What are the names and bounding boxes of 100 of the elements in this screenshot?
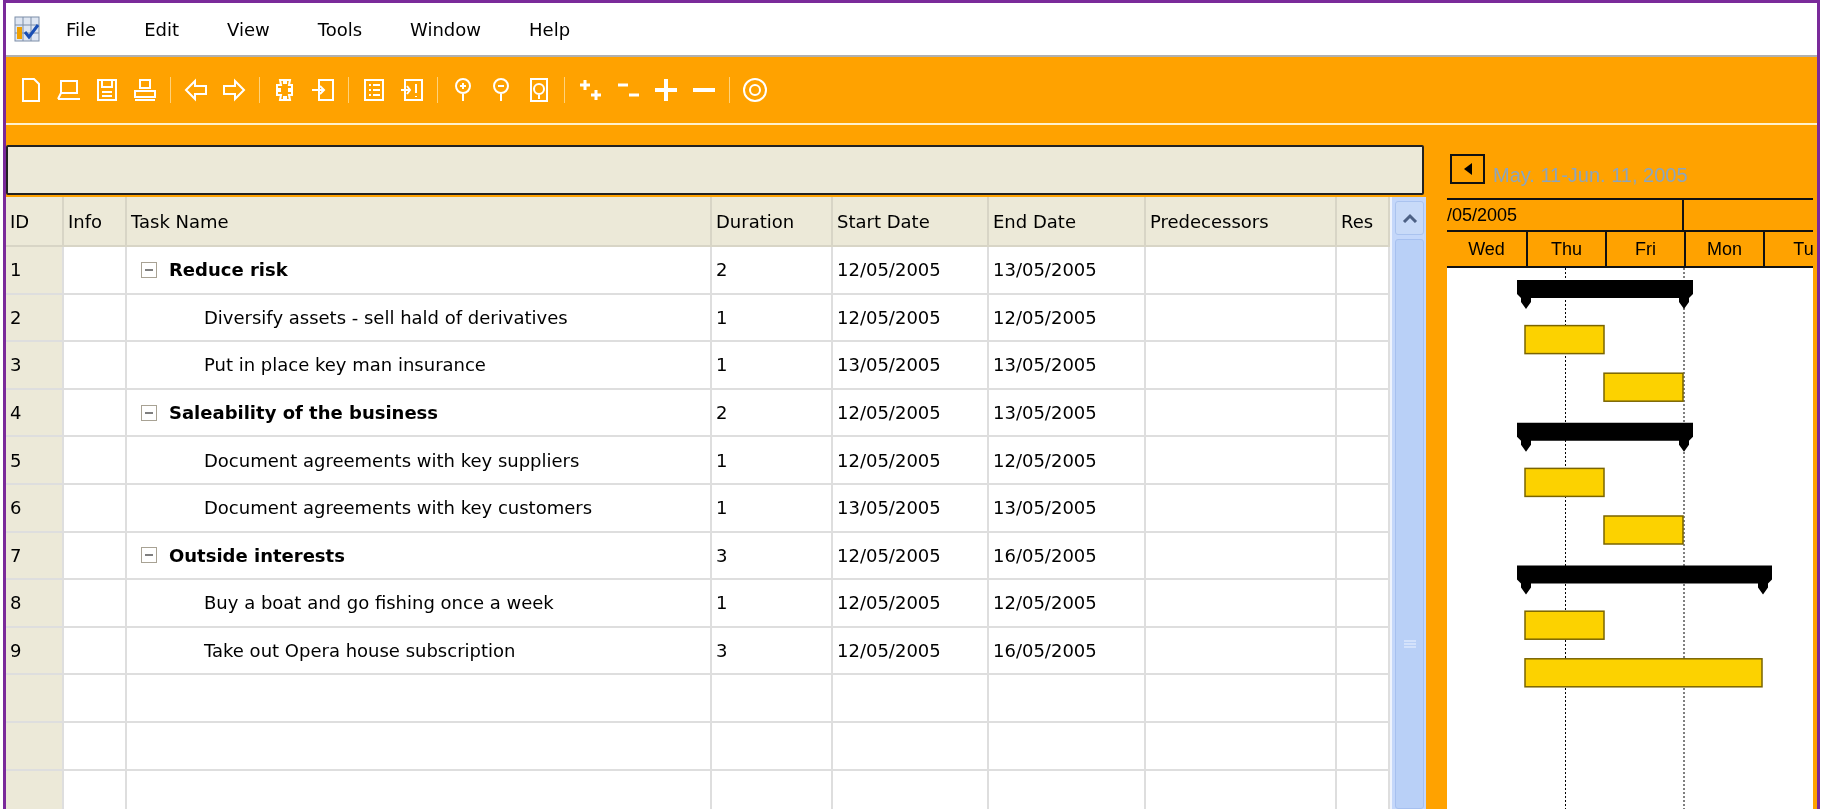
row-id: 3 [6,342,64,390]
start-date-cell: 12/05/2005 [833,389,989,438]
end-date-cell: 13/05/2005 [989,342,1146,390]
table-cell [6,722,64,771]
eye-icon[interactable] [742,77,768,103]
start-date-cell: 12/05/2005 [833,580,989,628]
table-cell [64,675,127,723]
menu-item[interactable]: File [66,18,123,40]
menu-item[interactable]: Tools [317,18,389,40]
column-header[interactable]: Info [64,197,127,247]
task-name: Document agreements with key customers [204,497,593,519]
printer-icon[interactable] [132,77,158,103]
table-cell [1337,342,1390,390]
end-date-cell: 12/05/2005 [989,437,1146,485]
table-cell [1337,532,1390,581]
task-name: Saleability of the business [169,402,439,424]
column-header[interactable]: Duration [712,197,833,247]
task-name: Document agreements with key suppliers [204,449,580,471]
table-cell [1337,389,1390,438]
task-name: Diversify assets - sell hald of derivatives [204,306,568,328]
duration-cell: 1 [712,484,833,533]
collapse-icon[interactable] [141,404,157,421]
day-header: Thu [1526,232,1605,266]
alert-export-icon[interactable] [399,77,425,103]
duration-cell: 1 [712,437,833,485]
collapse-icon[interactable] [141,261,157,278]
left-arrow-icon[interactable] [183,77,209,103]
column-header[interactable]: Task Name [127,197,712,247]
table-cell [1337,722,1390,771]
duration-cell: 2 [712,247,833,295]
scroll-up-button[interactable] [1395,201,1424,235]
scrollbar[interactable] [1390,197,1426,809]
task-name: Put in place key man insurance [204,354,486,376]
day-header: Mon [1684,232,1763,266]
row-id: 6 [6,484,64,533]
column-header[interactable]: Res [1337,197,1390,247]
end-date-cell: 12/05/2005 [989,580,1146,628]
table-cell [6,770,64,809]
start-date-cell: 12/05/2005 [833,437,989,485]
task-name: Buy a boat and go fishing once a week [204,592,554,614]
week-label: /05/2005 [1447,200,1684,230]
duration-cell: 1 [712,342,833,390]
app-logo-icon [14,16,40,42]
start-date-cell: 12/05/2005 [833,627,989,676]
duration-cell: 3 [712,532,833,581]
table-cell [64,722,127,771]
table-cell [1337,675,1390,723]
filter-bar[interactable] [6,145,1424,195]
task-name: Reduce risk [169,259,288,281]
duration-cell: 1 [712,294,833,343]
end-date-cell: 13/05/2005 [989,247,1146,295]
column-header[interactable]: Predecessors [1146,197,1337,247]
day-header: Tu [1763,232,1813,266]
grip-icon [1403,640,1416,648]
table-cell [1337,437,1390,485]
duration-cell: 2 [712,389,833,438]
task-name: Take out Opera house subscription [204,640,516,662]
day-header: Fri [1605,232,1684,266]
row-id: 5 [6,437,64,485]
duration-cell: 3 [712,627,833,676]
table-cell [1337,294,1390,343]
start-date-cell: 12/05/2005 [833,247,989,295]
table-cell [1337,627,1390,676]
monitor-icon[interactable] [56,77,82,103]
day-header: Wed [1467,237,1506,261]
task-name: Outside interests [169,544,345,566]
list-icon[interactable] [361,77,387,103]
start-date-cell: 13/05/2005 [833,342,989,390]
start-date-cell: 12/05/2005 [833,294,989,343]
plus-icon[interactable] [653,77,679,103]
menu-item[interactable]: Help [529,18,597,40]
end-date-cell: 16/05/2005 [989,532,1146,581]
import-icon[interactable] [310,77,336,103]
column-header[interactable]: ID [6,197,64,247]
start-date-cell: 13/05/2005 [833,484,989,533]
row-id: 2 [6,294,64,343]
row-id: 4 [6,389,64,438]
row-id: 8 [6,580,64,628]
caret-left-icon [1463,162,1472,175]
collapse-icon[interactable] [141,547,157,564]
row-id: 7 [6,532,64,581]
row-id: 9 [6,627,64,676]
previous-button[interactable] [1450,153,1485,184]
end-date-cell: 13/05/2005 [989,389,1146,438]
menu-item[interactable]: Edit [144,18,205,40]
row-id: 1 [6,247,64,295]
table-cell [1337,247,1390,295]
table-cell [1337,484,1390,533]
caret-up-icon [1401,213,1418,223]
column-header[interactable]: End Date [989,197,1146,247]
scroll-thumb[interactable] [1395,239,1424,809]
right-arrow-icon[interactable] [221,77,247,103]
add-subtask-icon[interactable] [577,77,603,103]
menu-item[interactable]: Window [410,18,508,40]
save-icon[interactable] [94,77,120,103]
end-date-cell: 13/05/2005 [989,484,1146,533]
table-cell [1337,580,1390,628]
menu-item[interactable]: View [227,18,296,40]
column-header[interactable]: Start Date [833,197,989,247]
table-cell [6,675,64,723]
